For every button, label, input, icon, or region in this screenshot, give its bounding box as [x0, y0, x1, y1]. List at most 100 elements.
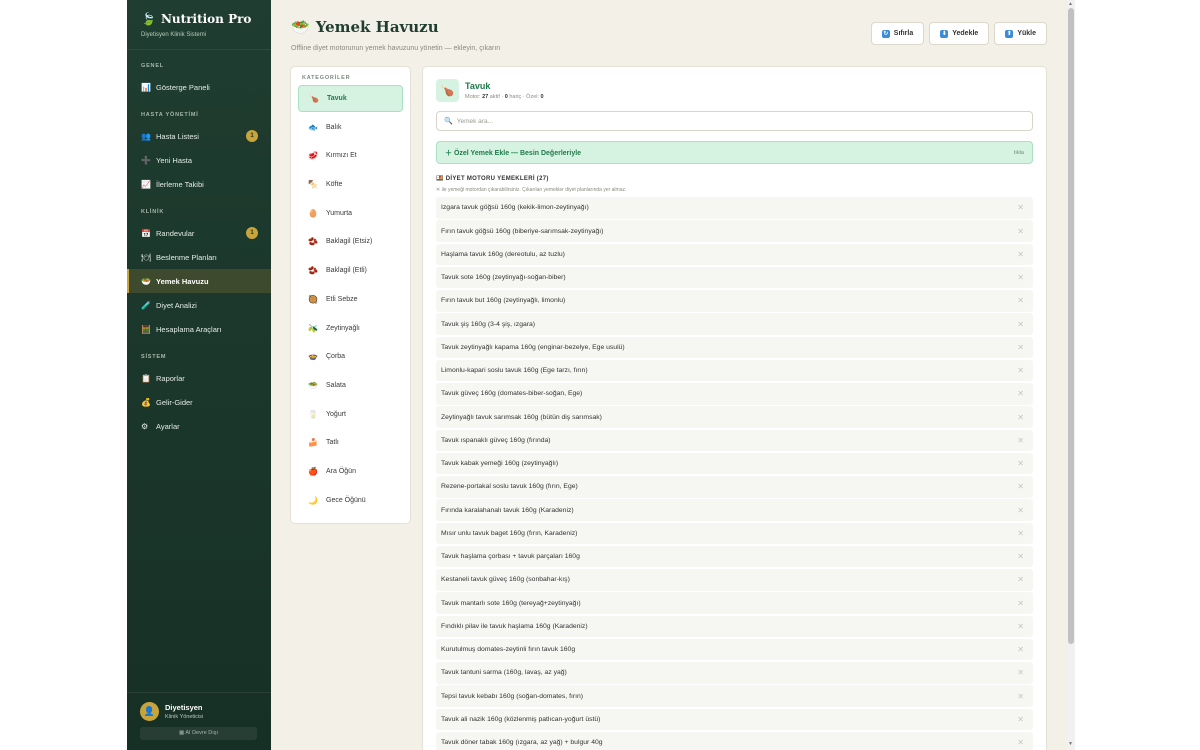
remove-icon[interactable]: ✕ — [1017, 575, 1024, 584]
sidebar-item[interactable]: 📅 Randevular 1 — [127, 221, 271, 245]
count-badge: 1 — [246, 227, 258, 239]
sidebar-item[interactable]: 🧮 Hesaplama Araçları — [127, 317, 271, 341]
remove-icon[interactable]: ✕ — [1017, 413, 1024, 422]
sidebar-item[interactable]: 🧪 Diyet Analizi — [127, 293, 271, 317]
remove-icon[interactable]: ✕ — [1017, 273, 1024, 282]
nav-section-title: SİSTEM — [141, 354, 167, 360]
meal-row: Tavuk haşlama çorbası + tavuk parçaları … — [436, 545, 1033, 568]
meal-name: Tavuk kabak yemeği 160g (zeytinyağlı) — [441, 460, 559, 467]
remove-icon[interactable]: ✕ — [1017, 320, 1024, 329]
category-item[interactable]: 🍎 Ara Öğün — [298, 458, 403, 485]
category-item[interactable]: 🍰 Tatlı — [298, 429, 403, 456]
remove-icon[interactable]: ✕ — [1017, 645, 1024, 654]
sidebar-item[interactable]: 👥 Hasta Listesi 1 — [127, 124, 271, 148]
meal-row: Tavuk şiş 160g (3-4 şiş, ızgara) ✕ — [436, 313, 1033, 335]
ai-toggle-button[interactable]: ▦ AI Devre Dışı — [140, 727, 257, 740]
meal-row: Tavuk zeytinyağlı kapama 160g (enginar-b… — [436, 336, 1033, 358]
category-item[interactable]: 🥘 Etli Sebze — [298, 286, 403, 313]
page-scroll-thumb[interactable] — [1068, 8, 1074, 644]
meal-row: Kurutulmuş domates-zeytinli fırın tavuk … — [436, 638, 1033, 661]
category-item[interactable]: 🥚 Yumurta — [298, 200, 403, 227]
remove-icon[interactable]: ✕ — [1017, 529, 1024, 538]
sidebar-item-label: Gösterge Paneli — [156, 82, 210, 92]
category-item[interactable]: 🥛 Yoğurt — [298, 401, 403, 428]
remove-icon[interactable]: ✕ — [1017, 459, 1024, 468]
category-item[interactable]: 🥩 Kırmızı Et — [298, 142, 403, 169]
meal-row: Tavuk sote 160g (zeytinyağı-soğan-biber)… — [436, 266, 1033, 289]
remove-icon[interactable]: ✕ — [1017, 622, 1024, 631]
sidebar-item[interactable]: ➕ Yeni Hasta — [127, 148, 271, 172]
category-label: Baklagil (Etli) — [326, 267, 367, 275]
meal-name: Limonlu-kapari soslu tavuk 160g (Ege tar… — [441, 367, 588, 374]
search-input[interactable] — [456, 117, 1017, 125]
category-item[interactable]: 🥗 Salata — [298, 372, 403, 399]
remove-icon[interactable]: ✕ — [1017, 668, 1024, 677]
meal-name: Rezene-portakal soslu tavuk 160g (fırın,… — [441, 483, 578, 491]
remove-icon[interactable]: ✕ — [1017, 738, 1024, 747]
category-item[interactable]: 🫘 Baklagil (Etsiz) — [298, 228, 403, 255]
sidebar-item-label: Yemek Havuzu — [156, 276, 209, 286]
remove-icon[interactable]: ✕ — [1017, 203, 1024, 212]
meal-name: Tavuk döner tabak 160g (ızgara, az yağ) … — [441, 739, 603, 746]
remove-icon[interactable]: ✕ — [1017, 552, 1024, 561]
remove-icon[interactable]: ✕ — [1017, 366, 1024, 375]
remove-icon[interactable]: ✕ — [1017, 343, 1024, 352]
remove-icon[interactable]: ✕ — [1017, 436, 1024, 445]
page-header: 🥗 Yemek Havuzu Offline diyet motorunun y… — [291, 18, 500, 52]
category-header: 🍗 Tavuk Motor: 27 aktif · 0 hariç · Özel… — [436, 79, 1033, 102]
category-item[interactable]: 🍲 Çorba — [298, 343, 403, 370]
search-box[interactable]: 🔍 — [436, 111, 1033, 131]
meal-name: Fırın tavuk but 160g (zeytinyağlı, limon… — [441, 297, 566, 305]
page-subtitle: Offline diyet motorunun yemek havuzunu y… — [291, 45, 501, 52]
meal-row: Tavuk kabak yemeği 160g (zeytinyağlı) ✕ — [436, 452, 1033, 475]
meal-name: Fındıklı pilav ile tavuk haşlama 160g (K… — [441, 622, 588, 630]
scroll-down-icon[interactable]: ▼ — [1068, 741, 1073, 747]
meal-name: Haşlama tavuk 160g (dereotulu, az tuzlu) — [441, 250, 565, 258]
remove-icon[interactable]: ✕ — [1017, 599, 1024, 608]
sidebar-item[interactable]: 🍽 Beslenme Planları — [127, 245, 271, 269]
remove-icon[interactable]: ✕ — [1017, 482, 1024, 491]
sidebar-item[interactable]: 💰 Gelir-Gider — [127, 390, 271, 414]
category-icon: 🍢 — [308, 180, 318, 190]
remove-icon[interactable]: ✕ — [1017, 715, 1024, 724]
plus-icon: ＋ — [445, 149, 454, 157]
category-label: Zeytinyağlı — [326, 324, 360, 332]
sidebar-item[interactable]: 📊 Gösterge Paneli — [127, 75, 271, 99]
sidebar-item[interactable]: ⚙ Ayarlar — [127, 414, 271, 438]
category-panel-title: KATEGORİLER — [302, 75, 351, 81]
meal-row: Tavuk güveç 160g (domates-biber-soğan, E… — [436, 383, 1033, 405]
category-label: Ara Öğün — [326, 467, 356, 475]
page-title: 🥗 Yemek Havuzu — [291, 18, 500, 36]
sidebar-item[interactable]: 📋 Raporlar — [127, 366, 271, 390]
upload-button[interactable]: ⬆ Yükle — [994, 22, 1047, 45]
add-custom-meal-button[interactable]: ＋ Özel Yemek Ekle — Besin Değerleriyle t… — [436, 141, 1033, 164]
sidebar-item[interactable]: 🥗 Yemek Havuzu — [127, 269, 271, 293]
remove-icon[interactable]: ✕ — [1017, 250, 1024, 259]
category-title: Tavuk — [465, 81, 491, 91]
sidebar-item[interactable]: 📈 İlerleme Takibi — [127, 172, 271, 196]
category-item[interactable]: 🍢 Köfte — [298, 171, 403, 198]
remove-icon[interactable]: ✕ — [1017, 506, 1024, 515]
motor-meals-title-text: DİYET MOTORU YEMEKLERİ (27) — [445, 176, 549, 182]
category-item[interactable]: 🌙 Gece Öğünü — [298, 487, 403, 514]
meal-row: Limonlu-kapari soslu tavuk 160g (Ege tar… — [436, 359, 1033, 382]
category-item[interactable]: 🐟 Balık — [298, 114, 403, 141]
backup-button[interactable]: ⬇ Yedekle — [929, 22, 990, 45]
meal-row: Zeytinyağlı tavuk sarımsak 160g (bütün d… — [436, 406, 1033, 428]
category-item[interactable]: 🫘 Baklagil (Etli) — [298, 257, 403, 284]
meal-name: Tepsi tavuk kebabı 160g (soğan-domates, … — [441, 692, 584, 700]
category-item[interactable]: 🫒 Zeytinyağlı — [298, 315, 403, 342]
remove-icon[interactable]: ✕ — [1017, 389, 1024, 398]
meal-name: Tavuk ali nazik 160g (közlenmiş patlıcan… — [441, 715, 601, 723]
remove-icon[interactable]: ✕ — [1017, 296, 1024, 305]
reset-button[interactable]: ↻ Sıfırla — [870, 22, 925, 45]
remove-icon[interactable]: ✕ — [1017, 227, 1024, 236]
category-item[interactable]: 🍗 Tavuk — [298, 85, 403, 112]
meal-name: Tavuk sote 160g (zeytinyağı-soğan-biber) — [441, 274, 566, 281]
category-label: Köfte — [326, 181, 343, 189]
scroll-up-icon[interactable]: ▲ — [1068, 1, 1073, 7]
remove-icon[interactable]: ✕ — [1017, 692, 1024, 701]
user-row[interactable]: 👤 Diyetisyen Klinik Yöneticisi — [140, 702, 258, 721]
action-label: Yükle — [1017, 30, 1036, 37]
category-label: Tatlı — [326, 439, 339, 447]
